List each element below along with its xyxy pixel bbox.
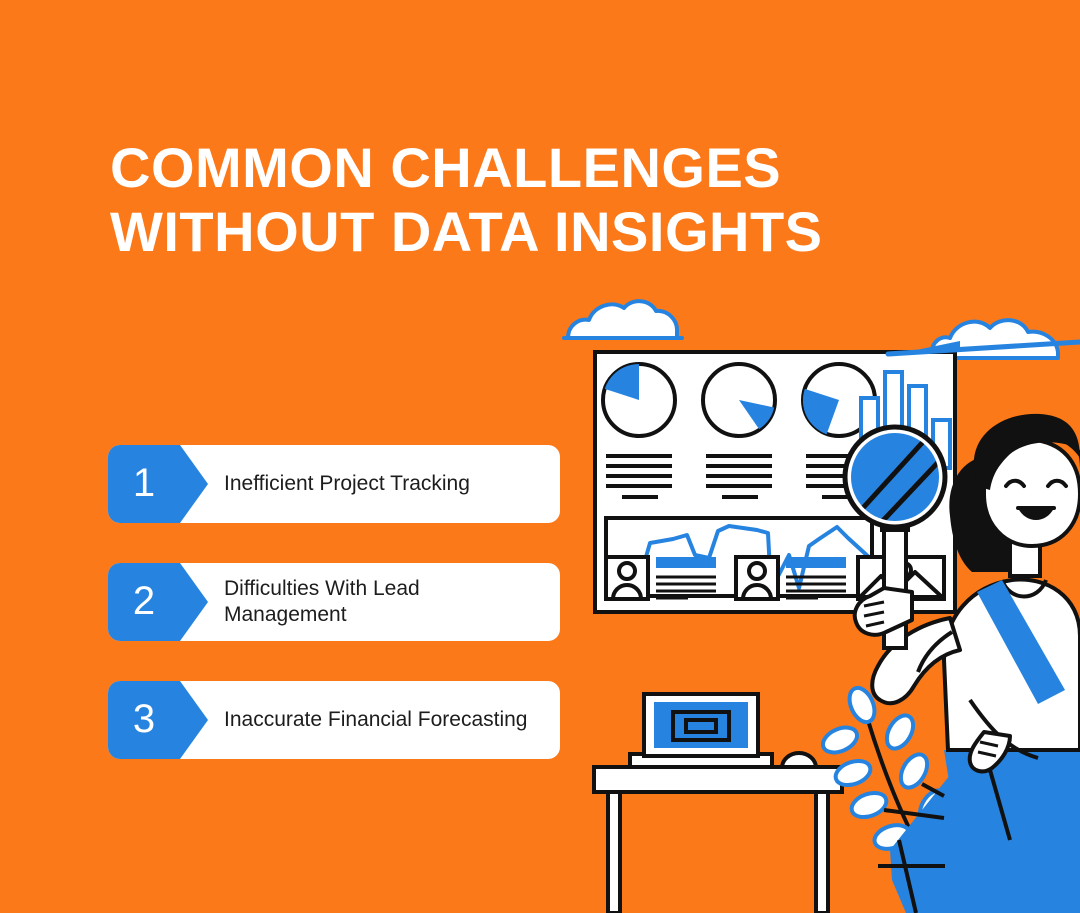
list-item-badge-3: 3	[108, 681, 208, 759]
list-item[interactable]: 1 Inefficient Project Tracking	[108, 445, 560, 523]
list-item-label: Inefficient Project Tracking	[224, 472, 470, 495]
title-line-1: COMMON CHALLENGES	[110, 136, 782, 199]
page-title: COMMON CHALLENGES WITHOUT DATA INSIGHTS	[110, 136, 930, 264]
list-item-number: 1	[132, 461, 156, 505]
list-item-number: 2	[132, 579, 156, 623]
list-item-label: Inaccurate Financial Forecasting	[224, 708, 528, 731]
title-line-2: WITHOUT DATA INSIGHTS	[110, 200, 823, 263]
infographic-canvas: COMMON CHALLENGES WITHOUT DATA INSIGHTS …	[0, 0, 1080, 913]
pie-chart-1	[601, 362, 677, 438]
list-item[interactable]: 3 Inaccurate Financial Forecasting	[108, 681, 560, 759]
list-item-number: 3	[132, 697, 156, 741]
list-item-label: Difficulties With Lead Management	[224, 577, 420, 626]
list-item[interactable]: 2 Difficulties With Lead Management	[108, 563, 560, 641]
list-item-badge-1: 1	[108, 445, 208, 523]
desk-group	[592, 692, 844, 913]
list-item-badge-2: 2	[108, 563, 208, 641]
pie-chart-2	[701, 362, 777, 438]
cloud-icon-left	[562, 299, 684, 340]
analytics-illustration	[540, 280, 1080, 913]
challenges-list: 1 Inefficient Project Tracking 2 Difficu…	[108, 445, 560, 799]
